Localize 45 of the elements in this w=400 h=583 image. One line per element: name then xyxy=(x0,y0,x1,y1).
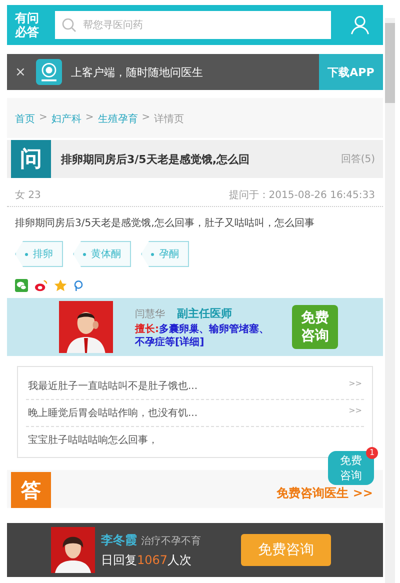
banner-text: 上客户端，随时随地问医生 xyxy=(70,64,204,80)
free-consult-button[interactable]: 免费咨询 xyxy=(241,534,331,566)
doctor-specialty[interactable]: 擅长:多囊卵巢、输卵管堵塞、不孕症等[详细] xyxy=(135,322,270,348)
answer-badge: 答 xyxy=(11,472,51,508)
notification-badge: 1 xyxy=(366,447,378,459)
download-app-button[interactable]: 下载APP xyxy=(319,54,383,90)
free-consult-link[interactable]: 免费咨询医生 >> xyxy=(276,485,373,508)
doctor-title: 副主任医师 xyxy=(177,306,232,320)
question-title: 排卵期同房后3/5天老是感觉饿,怎么回 xyxy=(60,152,251,166)
tag-link[interactable]: 排卵 xyxy=(15,241,63,267)
app-icon xyxy=(36,59,62,85)
breadcrumb-text: > xyxy=(142,112,150,125)
doctor-specialty: 治疗不孕不育 xyxy=(141,534,201,548)
p-icon[interactable] xyxy=(73,279,84,292)
user-icon[interactable] xyxy=(349,14,371,36)
asked-time: 提问于：2015-08-26 16:45:33 xyxy=(228,189,375,202)
question-text: 排卵期同房后3/5天老是感觉饿,怎么回事，肚子又咕咕叫，怎么回事 xyxy=(14,216,316,231)
breadcrumb-link[interactable]: 首页 xyxy=(15,112,35,126)
star-icon[interactable] xyxy=(54,279,67,292)
related-question-link[interactable]: 晚上睡觉后胃会咕咕作响，也没有饥... xyxy=(28,406,198,420)
doctor-name: 李冬霞 xyxy=(101,532,137,548)
reply-count-text: 日回复1067人次 xyxy=(101,552,193,568)
free-consult-button[interactable]: 免费咨询 xyxy=(292,305,338,349)
arrow-text: >> xyxy=(348,406,362,417)
breadcrumb-text: 详情页 xyxy=(154,112,184,126)
search-field[interactable]: 帮您寻医问药 xyxy=(55,11,331,39)
arrow-text: >> xyxy=(348,379,362,390)
related-question-link[interactable]: 宝宝肚子咕咕咕响怎么回事， xyxy=(28,433,158,447)
close-button[interactable]: × xyxy=(7,64,36,80)
chat-icon[interactable] xyxy=(15,279,28,292)
weibo-icon[interactable] xyxy=(34,279,48,292)
tag-link[interactable]: 黄体酮 xyxy=(73,241,131,267)
tag-link[interactable]: 孕酮 xyxy=(141,241,189,267)
answer-count[interactable]: 回答(5) xyxy=(340,152,383,166)
breadcrumb-text: > xyxy=(85,112,94,125)
doctor-name: 闫慧华 xyxy=(135,308,165,320)
related-question-link[interactable]: 我最近肚子一直咕咕叫不是肚子饿也... xyxy=(28,379,198,393)
question-badge: 问 xyxy=(11,140,51,178)
breadcrumb-text: > xyxy=(39,112,48,125)
breadcrumb-link[interactable]: 生殖孕育 xyxy=(98,112,138,126)
breadcrumb-link[interactable]: 妇产科 xyxy=(51,112,82,126)
logo-text[interactable]: 有问必答 xyxy=(15,11,41,39)
asker-info: 女 23 xyxy=(15,189,41,202)
search-icon xyxy=(61,17,77,33)
scrollbar[interactable] xyxy=(385,18,395,583)
